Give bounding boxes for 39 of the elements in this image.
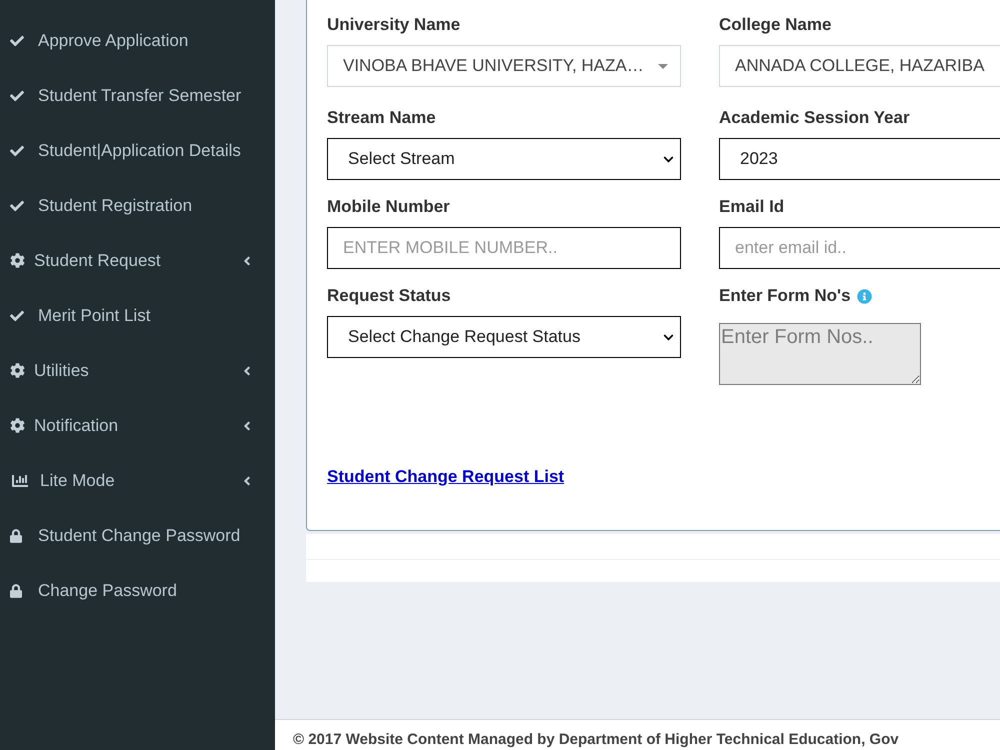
- sidebar-item[interactable]: Student|Application Details: [0, 123, 275, 178]
- check-icon: [10, 88, 24, 102]
- sidebar-item[interactable]: Student Registration: [0, 178, 275, 233]
- request-list-link[interactable]: Student Change Request List: [327, 467, 564, 487]
- field-label: Mobile Number: [327, 197, 450, 217]
- bar-chart-icon: [10, 472, 30, 488]
- sidebar-item[interactable]: Merit Point List: [0, 288, 275, 343]
- sidebar-item[interactable]: Change Password: [0, 563, 275, 618]
- field-label: College Name: [719, 15, 832, 35]
- check-icon: [10, 198, 24, 212]
- sidebar-item[interactable]: Utilities: [0, 343, 275, 398]
- check-icon: [10, 308, 24, 322]
- sidebar-item[interactable]: Student Request: [0, 233, 275, 288]
- check-icon: [10, 144, 24, 158]
- gear-icon: [10, 363, 25, 378]
- dropdown-field[interactable]: Select Stream: [327, 138, 681, 180]
- dropdown-field[interactable]: VINOBA BHAVE UNIVERSITY, HAZA…: [327, 45, 681, 87]
- lock-icon: [10, 528, 22, 542]
- check-icon: [10, 34, 24, 48]
- field-label: Request Status: [327, 286, 451, 306]
- field-label: Enter Form No's: [719, 286, 851, 306]
- sidebar-item[interactable]: Approve Application: [0, 13, 275, 68]
- gear-icon: [10, 418, 25, 433]
- field-label: Email Id: [719, 197, 784, 217]
- footer-text: © 2017 Website Content Managed by Department of Higher Technical Education, Gov: [293, 731, 899, 748]
- field-label: Academic Session Year: [719, 108, 910, 128]
- input-field[interactable]: ENTER MOBILE NUMBER..: [327, 227, 681, 269]
- sidebar-item[interactable]: Notification: [0, 398, 275, 453]
- field-label: Stream Name: [327, 108, 436, 128]
- sidebar-item[interactable]: Student Transfer Semester: [0, 68, 275, 123]
- gear-icon: [10, 253, 25, 268]
- dropdown-field[interactable]: Select Change Request Status: [327, 316, 681, 358]
- sidebar-item[interactable]: Student Change Password: [0, 508, 275, 563]
- sidebar-item[interactable]: Lite Mode: [0, 453, 275, 508]
- field-label: University Name: [327, 15, 460, 35]
- dropdown-field[interactable]: 2023: [719, 138, 1000, 180]
- dropdown-field[interactable]: ANNADA COLLEGE, HAZARIBA: [719, 45, 1000, 87]
- lock-icon: [10, 584, 22, 598]
- input-field[interactable]: enter email id..: [719, 227, 1000, 269]
